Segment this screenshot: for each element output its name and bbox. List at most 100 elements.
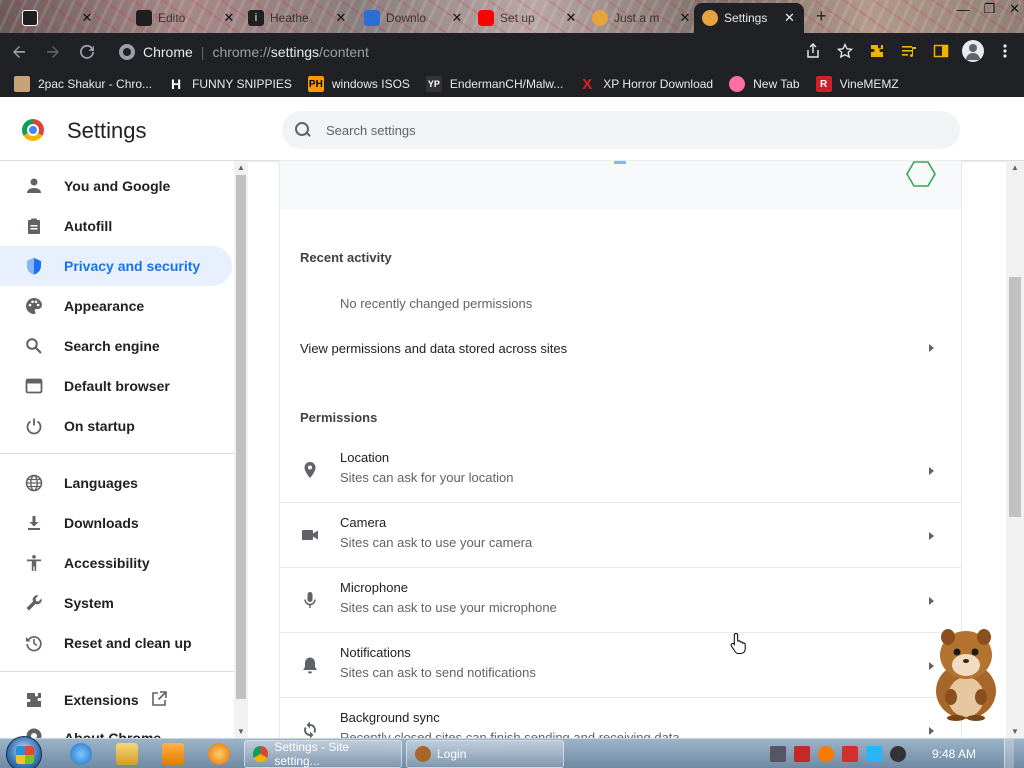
view-permissions-link[interactable]: View permissions and data stored across … <box>280 328 961 368</box>
tray-app-icon[interactable] <box>769 746 786 762</box>
tab-editor[interactable]: Edito ✕ <box>128 3 244 33</box>
bookmark-vinememz[interactable]: R VineMEMZ <box>815 76 899 92</box>
tab-download[interactable]: Downlo ✕ <box>356 3 472 33</box>
sidebar-item-downloads[interactable]: Downloads <box>0 503 232 543</box>
bookmark-xp-horror[interactable]: X XP Horror Download <box>579 76 713 93</box>
permission-row-camera[interactable]: Camera Sites can ask to use your camera <box>280 503 961 568</box>
sidebar-item-system[interactable]: System <box>0 583 232 623</box>
permission-subtitle: Sites can ask to use your camera <box>340 535 533 550</box>
newtab-icon <box>729 76 746 92</box>
sidebar-item-accessibility[interactable]: Accessibility <box>0 543 232 583</box>
tray-v-icon[interactable] <box>793 746 810 762</box>
sidebar-item-about-chrome[interactable]: About Chrome <box>0 720 232 738</box>
chrome-icon <box>253 746 269 762</box>
side-panel-icon[interactable] <box>930 40 952 62</box>
permission-row-notifications[interactable]: Notifications Sites can ask to send noti… <box>280 633 961 698</box>
close-icon[interactable]: ✕ <box>222 10 236 26</box>
sidebar-item-extensions[interactable]: Extensions <box>0 680 232 720</box>
sidebar-item-label: Extensions <box>64 692 139 708</box>
tab-heather[interactable]: i Heathe ✕ <box>240 3 356 33</box>
media-queue-icon[interactable] <box>898 40 920 62</box>
search-settings-box[interactable] <box>282 111 960 149</box>
tab-youtube[interactable]: Set up ✕ <box>470 3 586 33</box>
reload-button[interactable] <box>72 37 102 67</box>
site-settings-card: Recent activity No recently changed perm… <box>280 161 961 738</box>
gear-icon <box>702 10 718 26</box>
tray-search-icon[interactable] <box>817 746 834 762</box>
start-button[interactable] <box>6 736 42 768</box>
search-icon <box>294 121 312 139</box>
forward-button[interactable] <box>38 37 68 67</box>
scroll-up-arrow-icon[interactable]: ▲ <box>237 163 245 172</box>
sidebar-item-you-and-google[interactable]: You and Google <box>0 166 232 206</box>
tray-network-icon[interactable] <box>865 746 882 762</box>
close-icon[interactable]: ✕ <box>80 10 94 26</box>
close-icon[interactable]: ✕ <box>450 10 464 26</box>
show-desktop-button[interactable] <box>1004 739 1014 768</box>
scroll-down-arrow-icon[interactable]: ▼ <box>1011 727 1019 736</box>
maximize-icon[interactable]: ❐ <box>983 1 995 17</box>
scroll-up-arrow-icon[interactable]: ▲ <box>1011 163 1019 172</box>
sidebar-item-autofill[interactable]: Autofill <box>0 206 232 246</box>
taskbar-clock[interactable]: 9:48 AM <box>932 747 976 761</box>
profile-avatar[interactable] <box>962 40 984 62</box>
sidebar-item-appearance[interactable]: Appearance <box>0 286 232 326</box>
sidebar-item-on-startup[interactable]: On startup <box>0 406 232 446</box>
yp-icon: YP <box>425 76 442 92</box>
tab-calendar[interactable]: ✕ <box>14 3 102 33</box>
sidebar-item-reset-and-clean-up[interactable]: Reset and clean up <box>0 623 232 663</box>
minimize-icon[interactable]: — <box>956 2 969 17</box>
tab-just-a-moment[interactable]: Just a m ✕ <box>584 3 700 33</box>
close-window-icon[interactable]: ✕ <box>1009 1 1020 17</box>
bookmark-star-icon[interactable] <box>834 40 856 62</box>
internet-explorer-icon[interactable] <box>70 743 92 765</box>
search-input[interactable] <box>326 122 926 138</box>
taskbar-item-login[interactable]: Login <box>406 740 564 768</box>
permission-row-background-sync[interactable]: Background sync Recently closed sites ca… <box>280 698 961 738</box>
close-icon[interactable]: ✕ <box>334 10 348 26</box>
sidebar-item-privacy-and-security[interactable]: Privacy and security <box>0 246 232 286</box>
address-bar[interactable]: Chrome | chrome://settings/content <box>107 37 855 67</box>
scrollbar-thumb[interactable] <box>1009 277 1021 517</box>
menu-dots-icon[interactable] <box>994 40 1016 62</box>
close-icon[interactable]: ✕ <box>678 10 692 26</box>
bookmark-funny-snippies[interactable]: H FUNNY SNIPPIES <box>168 76 292 92</box>
hamster-desktop-pet[interactable] <box>918 617 1010 721</box>
toolbar-actions <box>802 40 1016 62</box>
sidebar-item-languages[interactable]: Languages <box>0 463 232 503</box>
hexagon-icon <box>906 161 936 187</box>
tab-label: Set up <box>500 11 535 25</box>
sync-icon <box>300 720 320 738</box>
back-button[interactable] <box>4 37 34 67</box>
sidebar-item-search-engine[interactable]: Search engine <box>0 326 232 366</box>
tray-volume-icon[interactable] <box>889 746 906 762</box>
sidebar-item-default-browser[interactable]: Default browser <box>0 366 232 406</box>
taskbar-item-chrome-settings[interactable]: Settings - Site setting... <box>244 740 402 768</box>
sidebar-scrollbar[interactable]: ▲ ▼ <box>234 161 248 738</box>
extensions-puzzle-icon[interactable] <box>866 40 888 62</box>
media-player-icon[interactable] <box>162 743 184 765</box>
palette-icon <box>24 296 44 316</box>
permission-row-microphone[interactable]: Microphone Sites can ask to use your mic… <box>280 568 961 633</box>
bookmark-2pac[interactable]: 2pac Shakur - Chro... <box>14 76 152 92</box>
spinner-icon <box>592 10 608 26</box>
tab-label: Downlo <box>386 11 427 25</box>
bookmark-new-tab[interactable]: New Tab <box>729 76 800 92</box>
bookmark-endermanch[interactable]: YP EndermanCH/Malw... <box>425 76 563 92</box>
tray-flag-icon[interactable] <box>841 746 858 762</box>
file-explorer-icon[interactable] <box>116 743 138 765</box>
scrollbar-thumb[interactable] <box>236 175 246 699</box>
scroll-down-arrow-icon[interactable]: ▼ <box>237 727 245 736</box>
sidebar-item-label: System <box>64 595 114 611</box>
person-icon <box>24 176 44 196</box>
new-tab-button[interactable]: + <box>816 6 827 27</box>
close-icon[interactable]: ✕ <box>783 10 796 26</box>
tab-settings[interactable]: Settings ✕ <box>694 3 804 33</box>
download-icon <box>24 513 44 533</box>
firefox-like-icon[interactable] <box>208 743 230 765</box>
share-icon[interactable] <box>802 40 824 62</box>
permission-row-location[interactable]: Location Sites can ask for your location <box>280 438 961 503</box>
hand-cursor-icon <box>730 632 746 654</box>
close-icon[interactable]: ✕ <box>564 10 578 26</box>
bookmark-windows-isos[interactable]: PH windows ISOS <box>307 76 410 92</box>
